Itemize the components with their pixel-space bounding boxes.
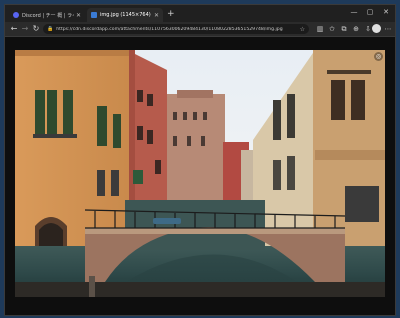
url-text[interactable]: https://cdn.discordapp.com/attachments/1… [56, 27, 299, 32]
tab-discord[interactable]: Discord | チー 概 | ライダー・… ✕ [9, 8, 85, 22]
split-screen-icon[interactable]: ▥ [315, 23, 325, 35]
tab-strip: Discord | チー 概 | ライダー・… ✕ img.jpg (1145×… [5, 5, 395, 22]
browser-window: Discord | チー 概 | ライダー・… ✕ img.jpg (1145×… [4, 4, 396, 316]
image-icon [91, 12, 97, 18]
collections-icon[interactable]: ⧉ [339, 23, 349, 35]
maximize-icon[interactable]: ▢ [363, 6, 377, 18]
close-window-icon[interactable]: ✕ [379, 6, 393, 18]
favorite-star-icon[interactable]: ☆ [300, 26, 305, 33]
visual-search-icon[interactable]: ◎ [374, 52, 383, 61]
tab-label: Discord | チー 概 | ライダー・… [22, 12, 74, 19]
venice-canal-photo[interactable]: ◎ [15, 50, 385, 297]
close-tab-icon[interactable]: ✕ [76, 12, 81, 19]
address-bar[interactable]: 🔒 https://cdn.discordapp.com/attachments… [43, 24, 309, 34]
settings-menu-icon[interactable]: ⋯ [383, 23, 393, 35]
close-tab-icon[interactable]: ✕ [154, 12, 159, 19]
tab-image[interactable]: img.jpg (1145×764) ✕ [87, 8, 163, 22]
extensions-icon[interactable]: ⊕ [351, 23, 361, 35]
tab-label: img.jpg (1145×764) [100, 12, 151, 18]
minimize-icon[interactable]: — [347, 6, 361, 18]
toolbar: ← → ↻ 🔒 https://cdn.discordapp.com/attac… [5, 22, 395, 37]
photo-artwork [15, 50, 385, 297]
new-tab-button[interactable]: + [167, 8, 175, 20]
profile-avatar[interactable] [372, 24, 381, 33]
page-content: ◎ [5, 37, 395, 315]
favorites-icon[interactable]: ✩ [327, 23, 337, 35]
lock-icon[interactable]: 🔒 [47, 26, 53, 32]
discord-icon [13, 12, 19, 18]
reload-icon[interactable]: ↻ [30, 23, 42, 35]
